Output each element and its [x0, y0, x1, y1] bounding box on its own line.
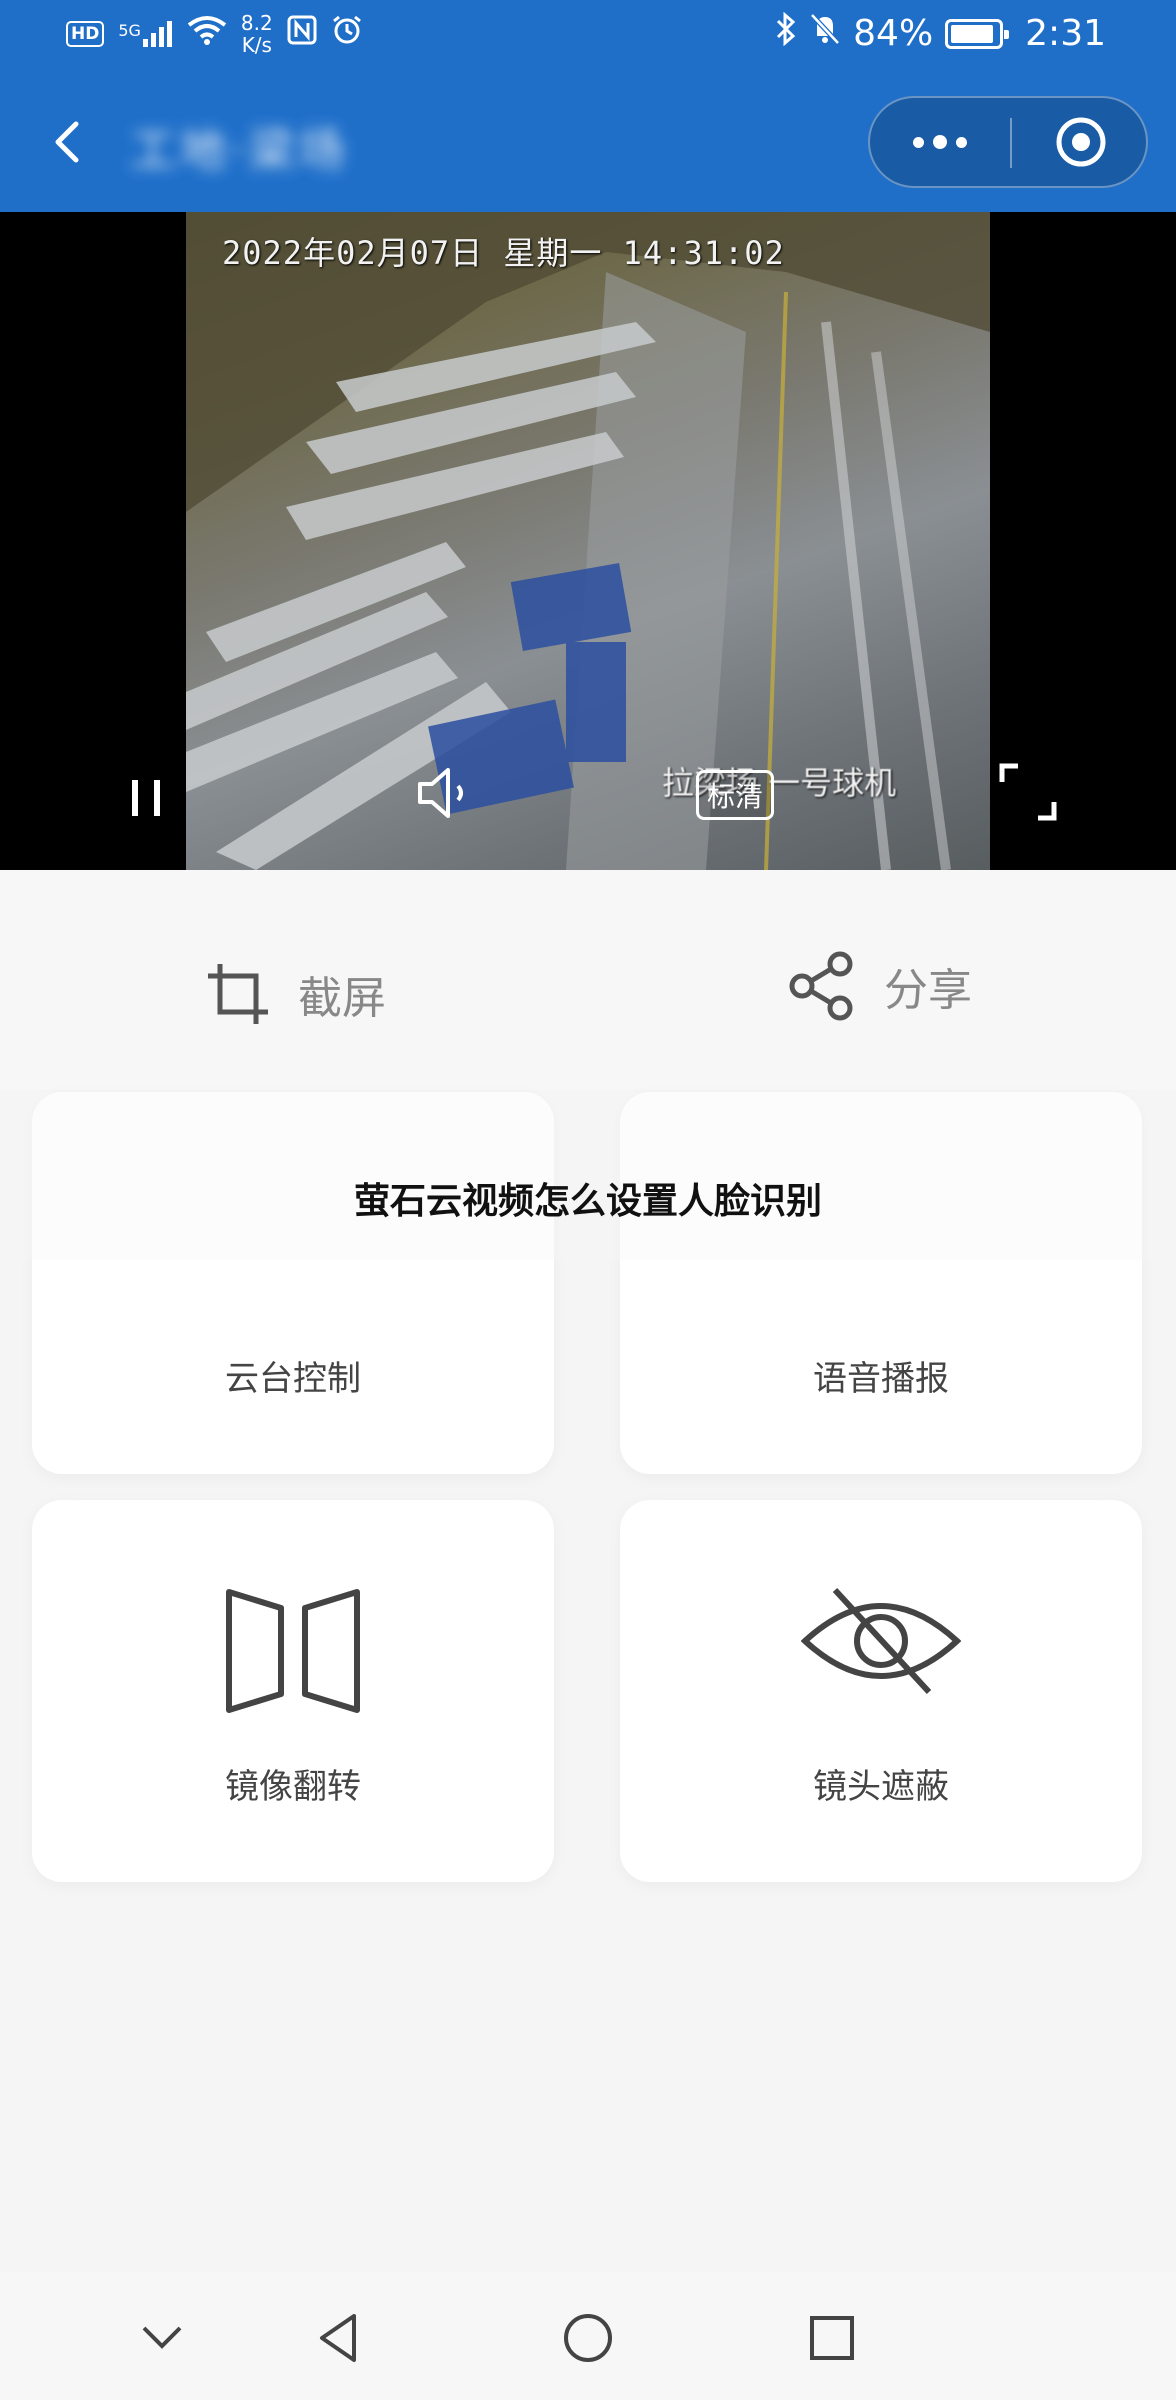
chevron-down-icon — [142, 2326, 182, 2349]
lens-mask-label: 镜头遮蔽 — [813, 1767, 949, 1807]
voice-broadcast-label: 语音播报 — [813, 1359, 949, 1399]
action-row: 截屏 分享 — [0, 870, 1176, 1090]
live-video-frame: 2022年02月07日 星期一 14:31:02 拉梁场 一号球机 — [186, 212, 990, 870]
system-navigation-bar — [0, 2272, 1176, 2400]
screenshot-button[interactable]: 截屏 — [204, 960, 386, 1028]
network-type: 5G — [118, 21, 141, 40]
nav-bar: 工地·梁场 — [0, 72, 1176, 212]
dot-icon — [956, 136, 967, 148]
battery-percent: 84% — [853, 13, 934, 54]
bluetooth-icon — [775, 11, 797, 55]
mute-bell-icon — [809, 12, 841, 55]
overlay-heading: 萤石云视频怎么设置人脸识别 — [353, 1181, 822, 1222]
pause-icon — [132, 780, 160, 816]
status-right: 84% 2:31 — [775, 11, 1106, 55]
osd-timestamp: 2022年02月07日 星期一 14:31:02 — [222, 234, 785, 272]
net-speed-unit: K/s — [241, 33, 272, 57]
fullscreen-icon — [999, 763, 1057, 821]
pause-button[interactable] — [124, 768, 172, 828]
net-speed-value: 8.2 — [240, 11, 273, 35]
target-circle-icon — [1056, 117, 1105, 167]
share-label: 分享 — [884, 965, 972, 1016]
system-back-button[interactable] — [312, 2310, 368, 2366]
dot-icon — [913, 136, 924, 148]
status-left: HD 5G 8.2 K/s — [66, 12, 363, 56]
triangle-back-icon — [320, 2314, 356, 2362]
alarm-icon — [331, 14, 363, 54]
nfc-icon — [287, 15, 317, 53]
wifi-icon — [187, 15, 227, 53]
miniprogram-capsule — [868, 96, 1148, 188]
collapse-button[interactable] — [134, 2310, 190, 2366]
signal-icon: 5G — [118, 21, 173, 47]
mirror-flip-label: 镜像翻转 — [225, 1767, 361, 1807]
square-recents-icon — [810, 2316, 854, 2360]
status-bar: HD 5G 8.2 K/s 84% 2:31 — [0, 0, 1176, 72]
fullscreen-button[interactable] — [996, 760, 1060, 824]
back-arrow-icon — [55, 121, 79, 163]
ptz-control-label: 云台控制 — [225, 1359, 361, 1399]
mirror-flip-card[interactable]: 镜像翻转 — [32, 1500, 554, 1882]
system-recents-button[interactable] — [804, 2310, 860, 2366]
screenshot-label: 截屏 — [298, 973, 386, 1024]
back-button[interactable] — [36, 110, 100, 174]
eye-off-icon — [800, 1586, 962, 1700]
crop-icon — [208, 964, 268, 1024]
share-icon — [789, 951, 853, 1021]
lens-mask-card[interactable]: 镜头遮蔽 — [620, 1500, 1142, 1882]
battery-icon — [945, 18, 1010, 49]
volume-button[interactable] — [410, 758, 480, 828]
mirror-flip-icon — [223, 1586, 363, 1720]
page-title: 工地·梁场 — [130, 123, 349, 177]
net-speed: 8.2 K/s — [241, 12, 273, 56]
hd-badge: HD — [66, 21, 105, 47]
quality-toggle[interactable]: 标清 — [696, 770, 774, 820]
speaker-icon — [418, 768, 463, 818]
clock: 2:31 — [1025, 13, 1106, 54]
more-menu-button[interactable] — [870, 98, 1010, 186]
dot-icon — [933, 135, 947, 149]
circle-home-icon — [564, 2314, 612, 2362]
close-miniprogram-button[interactable] — [1011, 98, 1150, 186]
share-button[interactable]: 分享 — [786, 950, 972, 1022]
video-player[interactable]: 2022年02月07日 星期一 14:31:02 拉梁场 一号球机 标清 — [0, 212, 1176, 870]
system-home-button[interactable] — [560, 2310, 616, 2366]
